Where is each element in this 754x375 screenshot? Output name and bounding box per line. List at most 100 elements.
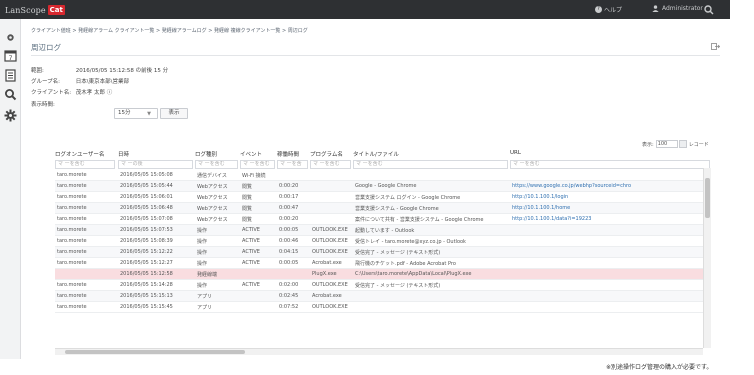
table-row[interactable]: taro.morete 2016/05/05 15:08:39 操作 ACTIVE 0:… — [55, 236, 711, 247]
table-cell: 2016/05/05 15:06:01 — [120, 194, 173, 200]
table-cell: 2016/05/05 15:14:28 — [120, 282, 173, 288]
table-cell[interactable]: http://10.1.100.1/data?i=19223 — [512, 216, 710, 222]
user-icon — [652, 5, 659, 12]
vertical-scrollbar[interactable] — [703, 168, 711, 348]
search-icon[interactable] — [4, 88, 17, 101]
help-label: ヘルプ — [604, 7, 623, 14]
group-value: 日本\東京本部\営業部 — [75, 79, 129, 85]
column-filter-input[interactable]: マ ーを含む — [310, 160, 351, 169]
column-filter-input[interactable]: マ ーを含む — [195, 160, 238, 169]
table-cell[interactable]: http://10.1.100.1/home — [512, 205, 710, 211]
list-icon[interactable] — [4, 69, 17, 82]
help-link[interactable]: ? ヘルプ — [595, 5, 622, 14]
table-cell: 操作 — [197, 261, 208, 267]
table-cell: 0:00:17 — [279, 194, 299, 200]
table-cell: 2016/05/05 15:12:27 — [120, 260, 173, 266]
table-cell: 通信デバイス — [197, 173, 227, 179]
record-count-dropdown[interactable] — [678, 140, 687, 148]
column-header[interactable]: ログ種別 — [195, 150, 217, 160]
breadcrumb[interactable]: クライアント値班 > 発経線アラーム クライアント一覧 > 発経線アラームログ … — [31, 27, 308, 34]
table-cell: 2016/05/05 15:07:53 — [120, 227, 173, 233]
table-cell: 操作 — [197, 250, 208, 256]
table-cell: Wi-Fi 接続 — [242, 173, 266, 179]
top-bar: LanScope Cat ? ヘルプ Administrator — [0, 0, 730, 19]
column-header[interactable]: ログオンユーザー名 — [55, 150, 104, 160]
table-row[interactable]: taro.morete 2016/05/05 15:15:13 アプリ 0:02:45… — [55, 291, 711, 302]
export-icon[interactable] — [711, 42, 720, 51]
table-cell: taro.morete — [57, 260, 87, 266]
table-row[interactable]: taro.morete 2016/05/05 15:15:45 アプリ 0:07:52… — [55, 302, 711, 313]
table-cell: Acrobat.exe — [312, 260, 342, 266]
alert-row[interactable]: 2016/05/05 15:12:58 発経線端 PlugX.exe C:\Users… — [55, 269, 711, 280]
column-filter-input[interactable]: マ ーを含む — [353, 160, 508, 169]
column-header[interactable]: イベント — [240, 150, 262, 160]
table-cell: ACTIVE — [242, 238, 260, 244]
table-cell: taro.morete — [57, 194, 87, 200]
interval-row: 表示時間: — [31, 100, 74, 108]
table-cell: 閲覧 — [242, 206, 253, 212]
table-cell: 0:00:20 — [279, 183, 299, 189]
scroll-thumb[interactable] — [705, 178, 710, 218]
group-row: グループ名: 日本\東京本部\営業部 — [31, 77, 129, 85]
period-row: 範囲: 2016/05/05 15:12:58 の前後 15 分 — [31, 66, 168, 74]
table-cell: Google - Google Chrome — [355, 183, 417, 189]
app-logo[interactable]: LanScope Cat — [5, 5, 65, 15]
table-cell: taro.morete — [57, 249, 87, 255]
gear-icon[interactable] — [4, 31, 17, 44]
user-menu[interactable]: Administrator — [652, 5, 703, 12]
table-cell[interactable]: https://www.google.co.jp/webhp?sourceid=… — [512, 183, 710, 189]
column-header[interactable]: URL — [510, 150, 521, 160]
table-cell: OUTLOOK.EXE — [312, 238, 348, 244]
table-cell: 0:00:05 — [279, 227, 299, 233]
table-row[interactable]: taro.morete 2016/05/05 15:05:08 通信デバイス Wi-F… — [55, 170, 711, 181]
brand-badge: Cat — [47, 5, 65, 15]
table-row[interactable]: taro.morete 2016/05/05 15:07:53 操作 ACTIVE 0:… — [55, 225, 711, 236]
chevron-down-icon: ▼ — [147, 111, 151, 117]
calendar-icon[interactable]: 7 — [4, 49, 17, 62]
table-cell: taro.morete — [57, 238, 87, 244]
period-label: 範囲: — [31, 68, 44, 74]
page-title: 周辺ログ — [31, 43, 61, 52]
column-header[interactable]: プログラム名 — [310, 150, 343, 160]
interval-select[interactable]: 15分 ▼ — [114, 108, 158, 119]
table-cell: taro.morete — [57, 304, 87, 310]
table-row[interactable]: taro.morete 2016/05/05 15:06:48 Webアクセス 閲覧 0… — [55, 203, 711, 214]
table-cell: 0:00:20 — [279, 216, 299, 222]
table-cell: 操作 — [197, 239, 208, 245]
table-cell[interactable]: http://10.1.100.1/login — [512, 194, 710, 200]
column-filter-input[interactable]: マ ーを含む — [55, 160, 115, 169]
column-filter-input[interactable]: マ ーを含 — [277, 160, 308, 169]
table-row[interactable]: taro.morete 2016/05/05 15:07:08 Webアクセス 閲覧 0… — [55, 214, 711, 225]
pager-suffix: レコード — [688, 141, 709, 148]
column-header[interactable]: タイトル/ファイル — [353, 150, 399, 160]
column-filter-input[interactable]: マ ーを含む — [510, 160, 710, 169]
column-filter-input[interactable]: マ ーを含む — [240, 160, 275, 169]
title-divider — [31, 55, 720, 56]
column-header[interactable]: 日時 — [118, 150, 129, 160]
show-button[interactable]: 表示 — [160, 108, 188, 119]
scroll-thumb[interactable] — [65, 350, 245, 354]
table-cell: ACTIVE — [242, 227, 260, 233]
table-row[interactable]: taro.morete 2016/05/05 15:14:28 操作 ACTIVE 0:… — [55, 280, 711, 291]
horizontal-scrollbar[interactable] — [55, 348, 703, 355]
pager-prefix: 表示: — [642, 141, 654, 148]
table-cell: ACTIVE — [242, 282, 260, 288]
table-cell: 0:02:45 — [279, 293, 299, 299]
table-row[interactable]: taro.morete 2016/05/05 15:05:44 Webアクセス 閲覧 0… — [55, 181, 711, 192]
client-value[interactable]: 茂木孝 太郎 ⓘ — [76, 90, 113, 96]
settings-icon[interactable] — [4, 109, 17, 122]
table-row[interactable]: taro.morete 2016/05/05 15:12:27 操作 ACTIVE 0:… — [55, 258, 711, 269]
column-filter-input[interactable]: マ ーの後 — [118, 160, 193, 169]
table-cell: 0:07:52 — [279, 304, 299, 310]
table-cell: 発経線端 — [197, 272, 218, 278]
table-cell: 2016/05/05 15:12:22 — [120, 249, 173, 255]
record-count-select[interactable]: 100 — [655, 140, 678, 148]
pager: 表示: 100 レコード — [642, 140, 709, 148]
table-cell: 閲覧 — [242, 217, 253, 223]
table-row[interactable]: taro.morete 2016/05/05 15:12:22 操作 ACTIVE 0:… — [55, 247, 711, 258]
table-cell: 起動しています - Outlook — [355, 228, 415, 234]
client-row: クライアント名: 茂木孝 太郎 ⓘ — [31, 88, 112, 96]
column-header[interactable]: 稼働時間 — [277, 150, 299, 160]
magnifier-icon[interactable] — [703, 4, 715, 15]
table-row[interactable]: taro.morete 2016/05/05 15:06:01 Webアクセス 閲覧 0… — [55, 192, 711, 203]
